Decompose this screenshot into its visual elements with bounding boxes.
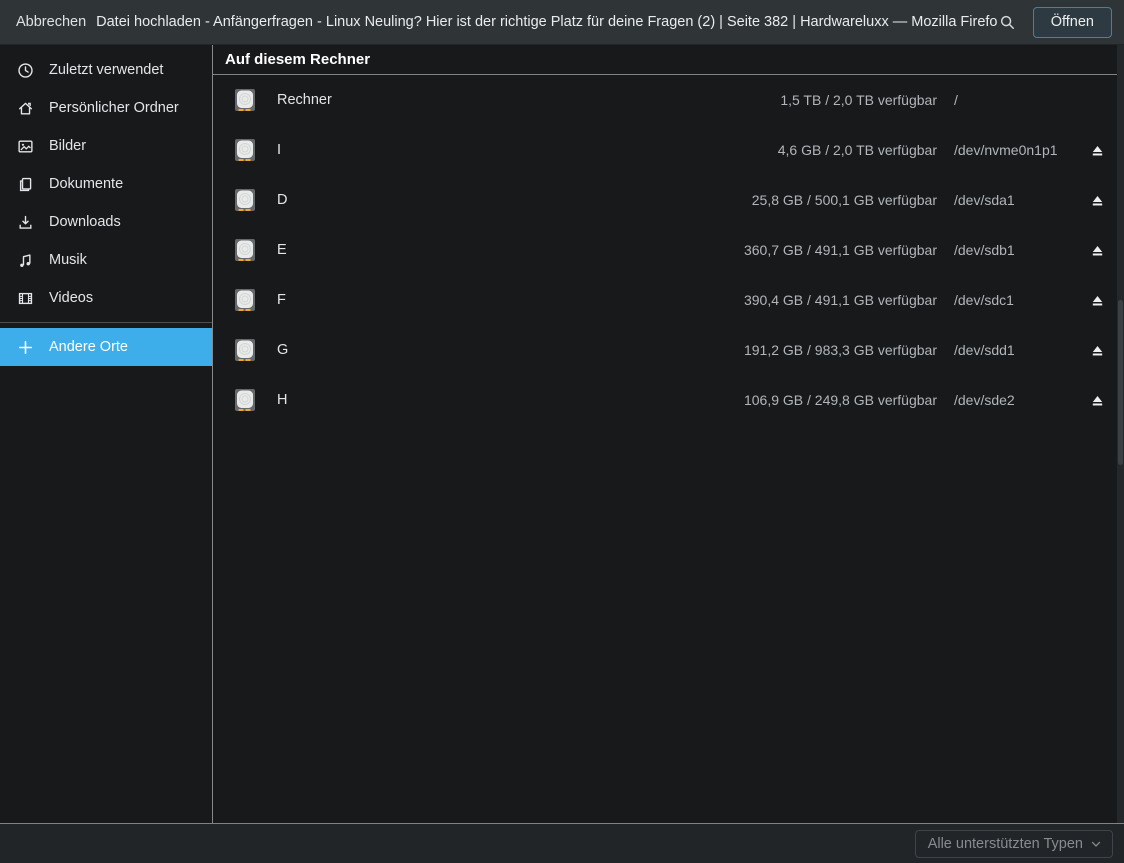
drive-row[interactable]: G 191,2 GB / 983,3 GB verfügbar /dev/sdd… bbox=[213, 325, 1124, 375]
drive-name: H bbox=[277, 392, 744, 408]
chevron-down-icon bbox=[1089, 837, 1103, 851]
drive-row[interactable]: E 360,7 GB / 491,1 GB verfügbar /dev/sdb… bbox=[213, 225, 1124, 275]
drive-device-path: /dev/sdc1 bbox=[954, 292, 1080, 308]
places-sidebar: Zuletzt verwendet Persönlicher Ordner Bi… bbox=[0, 45, 213, 823]
eject-icon bbox=[1089, 242, 1106, 259]
cancel-button[interactable]: Abbrechen bbox=[16, 14, 86, 30]
eject-icon bbox=[1089, 192, 1106, 209]
sidebar-item-label: Persönlicher Ordner bbox=[49, 100, 179, 116]
drive-capacity: 191,2 GB / 983,3 GB verfügbar bbox=[744, 342, 937, 358]
search-button[interactable] bbox=[997, 11, 1019, 33]
header-bar: Abbrechen Datei hochladen - Anfängerfrag… bbox=[0, 0, 1124, 45]
file-type-filter-label: Alle unterstützten Typen bbox=[928, 836, 1083, 852]
drive-name: G bbox=[277, 342, 744, 358]
eject-button[interactable] bbox=[1088, 241, 1106, 259]
drive-capacity: 390,4 GB / 491,1 GB verfügbar bbox=[744, 292, 937, 308]
eject-button[interactable] bbox=[1088, 391, 1106, 409]
document-icon bbox=[17, 176, 34, 193]
drive-name: E bbox=[277, 242, 744, 258]
drive-name: I bbox=[277, 142, 778, 158]
sidebar-item-videos[interactable]: Videos bbox=[0, 279, 212, 317]
drive-list: Rechner 1,5 TB / 2,0 TB verfügbar / I 4,… bbox=[213, 75, 1124, 425]
file-type-filter-dropdown[interactable]: Alle unterstützten Typen bbox=[915, 830, 1113, 858]
drive-capacity: 4,6 GB / 2,0 TB verfügbar bbox=[778, 142, 937, 158]
hard-drive-icon bbox=[232, 87, 258, 113]
sidebar-item-downloads[interactable]: Downloads bbox=[0, 203, 212, 241]
sidebar-item-dokumente[interactable]: Dokumente bbox=[0, 165, 212, 203]
sidebar-item-zuletzt-verwendet[interactable]: Zuletzt verwendet bbox=[0, 51, 212, 89]
section-title: Auf diesem Rechner bbox=[213, 45, 1124, 75]
sidebar-item-musik[interactable]: Musik bbox=[0, 241, 212, 279]
scrollbar-thumb[interactable] bbox=[1118, 300, 1123, 465]
hard-drive-icon bbox=[232, 387, 258, 413]
eject-button[interactable] bbox=[1088, 191, 1106, 209]
plus-icon bbox=[17, 339, 34, 356]
sidebar-item-label: Andere Orte bbox=[49, 339, 128, 355]
download-icon bbox=[17, 214, 34, 231]
hard-drive-icon bbox=[232, 237, 258, 263]
drive-name: D bbox=[277, 192, 752, 208]
sidebar-item-label: Videos bbox=[49, 290, 93, 306]
sidebar-item-pers-nlicher-ordner[interactable]: Persönlicher Ordner bbox=[0, 89, 212, 127]
home-icon bbox=[17, 100, 34, 117]
sidebar-item-label: Downloads bbox=[49, 214, 121, 230]
sidebar-item-label: Zuletzt verwendet bbox=[49, 62, 163, 78]
drive-device-path: /dev/sdb1 bbox=[954, 242, 1080, 258]
hard-drive-icon bbox=[232, 337, 258, 363]
drive-row[interactable]: F 390,4 GB / 491,1 GB verfügbar /dev/sdc… bbox=[213, 275, 1124, 325]
sidebar-item-label: Bilder bbox=[49, 138, 86, 154]
sidebar-item-bilder[interactable]: Bilder bbox=[0, 127, 212, 165]
sidebar-item-andere-orte[interactable]: Andere Orte bbox=[0, 328, 212, 366]
drive-device-path: /dev/nvme0n1p1 bbox=[954, 142, 1080, 158]
vertical-scrollbar[interactable] bbox=[1117, 45, 1124, 823]
eject-icon bbox=[1089, 392, 1106, 409]
hard-drive-icon bbox=[232, 137, 258, 163]
drive-row[interactable]: D 25,8 GB / 500,1 GB verfügbar /dev/sda1 bbox=[213, 175, 1124, 225]
eject-button[interactable] bbox=[1088, 291, 1106, 309]
drive-capacity: 25,8 GB / 500,1 GB verfügbar bbox=[752, 192, 937, 208]
dialog-body: Zuletzt verwendet Persönlicher Ordner Bi… bbox=[0, 45, 1124, 823]
hard-drive-icon bbox=[232, 287, 258, 313]
video-icon bbox=[17, 290, 34, 307]
drive-device-path: /dev/sdd1 bbox=[954, 342, 1080, 358]
sidebar-item-label: Dokumente bbox=[49, 176, 123, 192]
drive-device-path: /dev/sde2 bbox=[954, 392, 1080, 408]
hard-drive-icon bbox=[232, 187, 258, 213]
file-chooser-dialog: Abbrechen Datei hochladen - Anfängerfrag… bbox=[0, 0, 1124, 863]
eject-icon bbox=[1089, 142, 1106, 159]
search-icon bbox=[999, 14, 1016, 31]
drive-row[interactable]: Rechner 1,5 TB / 2,0 TB verfügbar / bbox=[213, 75, 1124, 125]
eject-icon bbox=[1089, 342, 1106, 359]
drive-row[interactable]: I 4,6 GB / 2,0 TB verfügbar /dev/nvme0n1… bbox=[213, 125, 1124, 175]
image-icon bbox=[17, 138, 34, 155]
drive-capacity: 106,9 GB / 249,8 GB verfügbar bbox=[744, 392, 937, 408]
drive-device-path: / bbox=[954, 92, 1080, 108]
drive-capacity: 360,7 GB / 491,1 GB verfügbar bbox=[744, 242, 937, 258]
drive-capacity: 1,5 TB / 2,0 TB verfügbar bbox=[780, 92, 937, 108]
eject-icon bbox=[1089, 292, 1106, 309]
drive-list-pane: Auf diesem Rechner Rechner 1,5 TB / 2,0 … bbox=[213, 45, 1124, 823]
window-title: Datei hochladen - Anfängerfragen - Linux… bbox=[86, 14, 997, 30]
sidebar-item-label: Musik bbox=[49, 252, 87, 268]
eject-button[interactable] bbox=[1088, 341, 1106, 359]
music-icon bbox=[17, 252, 34, 269]
drive-row[interactable]: H 106,9 GB / 249,8 GB verfügbar /dev/sde… bbox=[213, 375, 1124, 425]
eject-button[interactable] bbox=[1088, 141, 1106, 159]
drive-name: Rechner bbox=[277, 92, 780, 108]
sidebar-separator bbox=[0, 322, 212, 323]
drive-device-path: /dev/sda1 bbox=[954, 192, 1080, 208]
open-button[interactable]: Öffnen bbox=[1033, 7, 1112, 38]
clock-icon bbox=[17, 62, 34, 79]
drive-name: F bbox=[277, 292, 744, 308]
footer-bar: Alle unterstützten Typen bbox=[0, 823, 1124, 863]
sidebar-list: Zuletzt verwendet Persönlicher Ordner Bi… bbox=[0, 51, 212, 317]
